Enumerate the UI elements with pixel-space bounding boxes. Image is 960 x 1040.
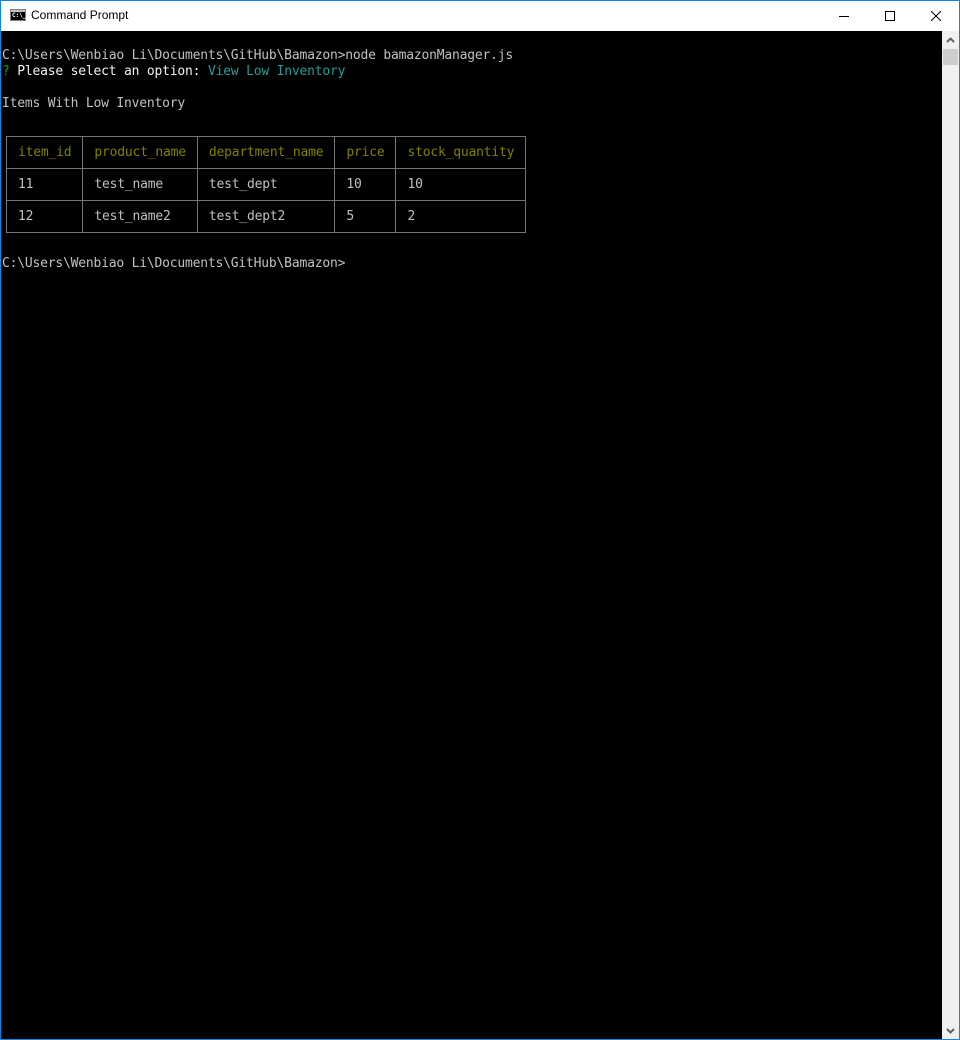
minimize-icon xyxy=(839,16,849,17)
window-title: Command Prompt xyxy=(31,8,129,22)
prompt-answer: View Low Inventory xyxy=(207,64,346,79)
inquirer-prompt-line: ? Please select an option: View Low Inve… xyxy=(2,64,345,80)
cell-item-id: 12 xyxy=(5,200,84,233)
chevron-up-icon xyxy=(946,36,955,43)
minimize-button[interactable] xyxy=(821,1,867,31)
cell-product-name: test_name xyxy=(82,168,198,201)
scroll-thumb[interactable] xyxy=(943,49,958,65)
vertical-scrollbar[interactable] xyxy=(942,31,959,1039)
scroll-down-button[interactable] xyxy=(942,1022,959,1039)
cmd-icon: C:\_ xyxy=(10,9,26,21)
maximize-button[interactable] xyxy=(867,1,913,31)
console-output[interactable]: C:\Users\Wenbiao Li\Documents\GitHub\Bam… xyxy=(1,31,942,1039)
cell-item-id: 11 xyxy=(5,168,84,201)
cell-price: 5 xyxy=(334,200,397,233)
header-department-name: department_name xyxy=(196,136,336,169)
cell-price: 10 xyxy=(334,168,397,201)
header-product-name: product_name xyxy=(82,136,198,169)
cell-stock-quantity: 10 xyxy=(395,168,527,201)
prompt-question-mark: ? xyxy=(2,64,10,79)
header-stock-quantity: stock_quantity xyxy=(395,136,527,169)
cell-product-name: test_name2 xyxy=(82,200,198,233)
table-header-row: item_id product_name department_name pri… xyxy=(5,136,527,169)
command-prompt-window: C:\_ Command Prompt C:\Users\Wenbiao Li\… xyxy=(0,0,960,1040)
cell-stock-quantity: 2 xyxy=(395,200,527,233)
close-icon xyxy=(931,11,941,21)
section-heading: Items With Low Inventory xyxy=(2,96,186,111)
chevron-down-icon xyxy=(946,1027,955,1034)
cell-department-name: test_dept xyxy=(196,168,336,201)
scroll-up-button[interactable] xyxy=(942,31,959,48)
low-inventory-table: item_id product_name department_name pri… xyxy=(5,136,527,233)
close-button[interactable] xyxy=(913,1,959,31)
cell-department-name: test_dept2 xyxy=(196,200,336,233)
command-line: C:\Users\Wenbiao Li\Documents\GitHub\Bam… xyxy=(2,48,513,63)
table-row: 11 test_name test_dept 10 10 xyxy=(5,168,527,201)
final-prompt: C:\Users\Wenbiao Li\Documents\GitHub\Bam… xyxy=(2,256,346,271)
prompt-text: Please select an option: xyxy=(9,64,208,79)
header-item-id: item_id xyxy=(5,136,84,169)
title-bar[interactable]: C:\_ Command Prompt xyxy=(1,1,959,31)
header-price: price xyxy=(334,136,397,169)
table-row: 12 test_name2 test_dept2 5 2 xyxy=(5,200,527,233)
maximize-icon xyxy=(885,11,895,21)
